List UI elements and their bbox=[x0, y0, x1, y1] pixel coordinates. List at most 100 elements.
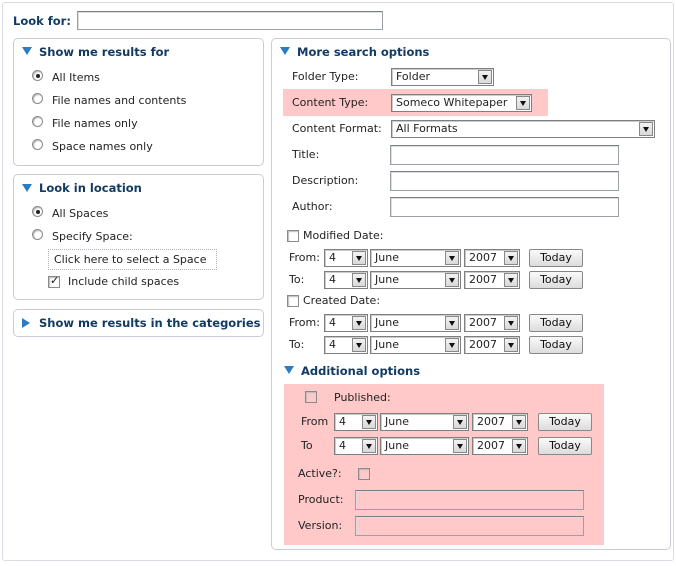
content-format-value: All Formats bbox=[396, 122, 458, 135]
content-type-value: Someco Whitepaper bbox=[396, 96, 508, 109]
include-child-checkbox[interactable] bbox=[48, 274, 60, 288]
dropdown-arrow-icon bbox=[453, 415, 467, 429]
dropdown-arrow-icon bbox=[512, 439, 526, 453]
created-from-today-button[interactable]: Today bbox=[529, 314, 583, 332]
dropdown-arrow-icon bbox=[504, 338, 518, 352]
published-checkbox[interactable] bbox=[305, 391, 317, 403]
created-to-month[interactable]: June bbox=[370, 336, 461, 354]
modified-from-month[interactable]: June bbox=[370, 249, 461, 267]
published-to-today-button[interactable]: Today bbox=[538, 437, 592, 455]
published-from-day[interactable]: 4 bbox=[334, 413, 378, 431]
folder-type-select[interactable]: Folder bbox=[391, 68, 494, 86]
created-to-today-button[interactable]: Today bbox=[529, 336, 583, 354]
published-from-today-button[interactable]: Today bbox=[538, 413, 592, 431]
radio-all-items-label: All Items bbox=[52, 71, 100, 84]
modified-date-label: Modified Date: bbox=[303, 229, 384, 242]
content-type-select[interactable]: Someco Whitepaper bbox=[391, 94, 532, 112]
active-label: Active?: bbox=[298, 467, 342, 480]
active-checkbox[interactable] bbox=[358, 468, 370, 480]
created-date-checkbox[interactable] bbox=[287, 295, 299, 307]
title-input[interactable] bbox=[390, 145, 619, 165]
author-input[interactable] bbox=[390, 197, 619, 217]
published-to-month[interactable]: June bbox=[380, 437, 469, 455]
dropdown-arrow-icon bbox=[445, 251, 459, 265]
radio-all-items[interactable] bbox=[32, 70, 43, 81]
dropdown-arrow-icon bbox=[445, 316, 459, 330]
folder-type-value: Folder bbox=[396, 70, 430, 83]
radio-space-names-only-label: Space names only bbox=[52, 140, 153, 153]
dropdown-arrow-icon bbox=[352, 273, 366, 287]
created-to-label: To: bbox=[289, 338, 305, 351]
dropdown-arrow-icon bbox=[639, 122, 653, 136]
radio-file-names-contents[interactable] bbox=[32, 93, 43, 104]
created-to-year[interactable]: 2007 bbox=[464, 336, 520, 354]
radio-specify-space-label: Specify Space: bbox=[52, 230, 133, 243]
collapse-triangle-icon[interactable] bbox=[22, 184, 32, 192]
radio-all-spaces-label: All Spaces bbox=[52, 207, 109, 220]
dropdown-arrow-icon bbox=[504, 273, 518, 287]
author-label: Author: bbox=[292, 200, 333, 213]
dropdown-arrow-icon bbox=[445, 338, 459, 352]
title-label: Title: bbox=[292, 148, 320, 161]
expand-triangle-icon[interactable] bbox=[22, 318, 30, 328]
published-to-day[interactable]: 4 bbox=[334, 437, 378, 455]
created-from-year[interactable]: 2007 bbox=[464, 314, 520, 332]
additional-options-title[interactable]: Additional options bbox=[301, 364, 420, 378]
dropdown-arrow-icon bbox=[516, 96, 530, 110]
content-format-label: Content Format: bbox=[292, 122, 382, 135]
version-label: Version: bbox=[298, 519, 343, 532]
product-input[interactable] bbox=[355, 490, 584, 510]
modified-from-year[interactable]: 2007 bbox=[464, 249, 520, 267]
modified-to-label: To: bbox=[289, 273, 305, 286]
dropdown-arrow-icon bbox=[362, 439, 376, 453]
radio-space-names-only[interactable] bbox=[32, 139, 43, 150]
modified-to-today-button[interactable]: Today bbox=[529, 271, 583, 289]
modified-from-today-button[interactable]: Today bbox=[529, 249, 583, 267]
location-title[interactable]: Look in location bbox=[39, 181, 142, 195]
radio-file-names-only-label: File names only bbox=[52, 117, 138, 130]
modified-date-checkbox[interactable] bbox=[287, 230, 299, 242]
radio-all-spaces[interactable] bbox=[32, 206, 43, 217]
modified-from-label: From: bbox=[289, 251, 320, 264]
results-for-title[interactable]: Show me results for bbox=[39, 45, 169, 59]
content-format-select[interactable]: All Formats bbox=[391, 120, 655, 138]
published-to-year[interactable]: 2007 bbox=[472, 437, 528, 455]
published-to-label: To bbox=[301, 439, 313, 452]
published-from-label: From bbox=[301, 415, 329, 428]
published-from-month[interactable]: June bbox=[380, 413, 469, 431]
dropdown-arrow-icon bbox=[352, 316, 366, 330]
folder-type-label: Folder Type: bbox=[292, 70, 359, 83]
dropdown-arrow-icon bbox=[504, 316, 518, 330]
dropdown-arrow-icon bbox=[478, 70, 492, 84]
product-label: Product: bbox=[298, 493, 344, 506]
look-for-label: Look for: bbox=[13, 14, 71, 28]
created-date-label: Created Date: bbox=[303, 294, 381, 307]
categories-title[interactable]: Show me results in the categories bbox=[39, 316, 260, 330]
modified-to-day[interactable]: 4 bbox=[324, 271, 368, 289]
dropdown-arrow-icon bbox=[352, 338, 366, 352]
created-from-month[interactable]: June bbox=[370, 314, 461, 332]
modified-to-month[interactable]: June bbox=[370, 271, 461, 289]
look-for-input[interactable] bbox=[77, 11, 383, 30]
collapse-triangle-icon[interactable] bbox=[280, 47, 290, 55]
modified-from-day[interactable]: 4 bbox=[324, 249, 368, 267]
radio-file-names-contents-label: File names and contents bbox=[52, 94, 187, 107]
collapse-triangle-icon[interactable] bbox=[22, 47, 32, 55]
modified-to-year[interactable]: 2007 bbox=[464, 271, 520, 289]
content-type-label: Content Type: bbox=[292, 96, 369, 109]
created-to-day[interactable]: 4 bbox=[324, 336, 368, 354]
created-from-label: From: bbox=[289, 316, 320, 329]
dropdown-arrow-icon bbox=[352, 251, 366, 265]
published-label: Published: bbox=[334, 391, 391, 404]
collapse-triangle-icon[interactable] bbox=[284, 366, 294, 374]
radio-specify-space[interactable] bbox=[32, 229, 43, 240]
dropdown-arrow-icon bbox=[362, 415, 376, 429]
more-options-title[interactable]: More search options bbox=[297, 45, 429, 59]
description-input[interactable] bbox=[390, 171, 619, 191]
dropdown-arrow-icon bbox=[453, 439, 467, 453]
published-from-year[interactable]: 2007 bbox=[472, 413, 528, 431]
radio-file-names-only[interactable] bbox=[32, 116, 43, 127]
select-space-link[interactable]: Click here to select a Space bbox=[54, 253, 206, 267]
version-input[interactable] bbox=[355, 516, 584, 536]
created-from-day[interactable]: 4 bbox=[324, 314, 368, 332]
